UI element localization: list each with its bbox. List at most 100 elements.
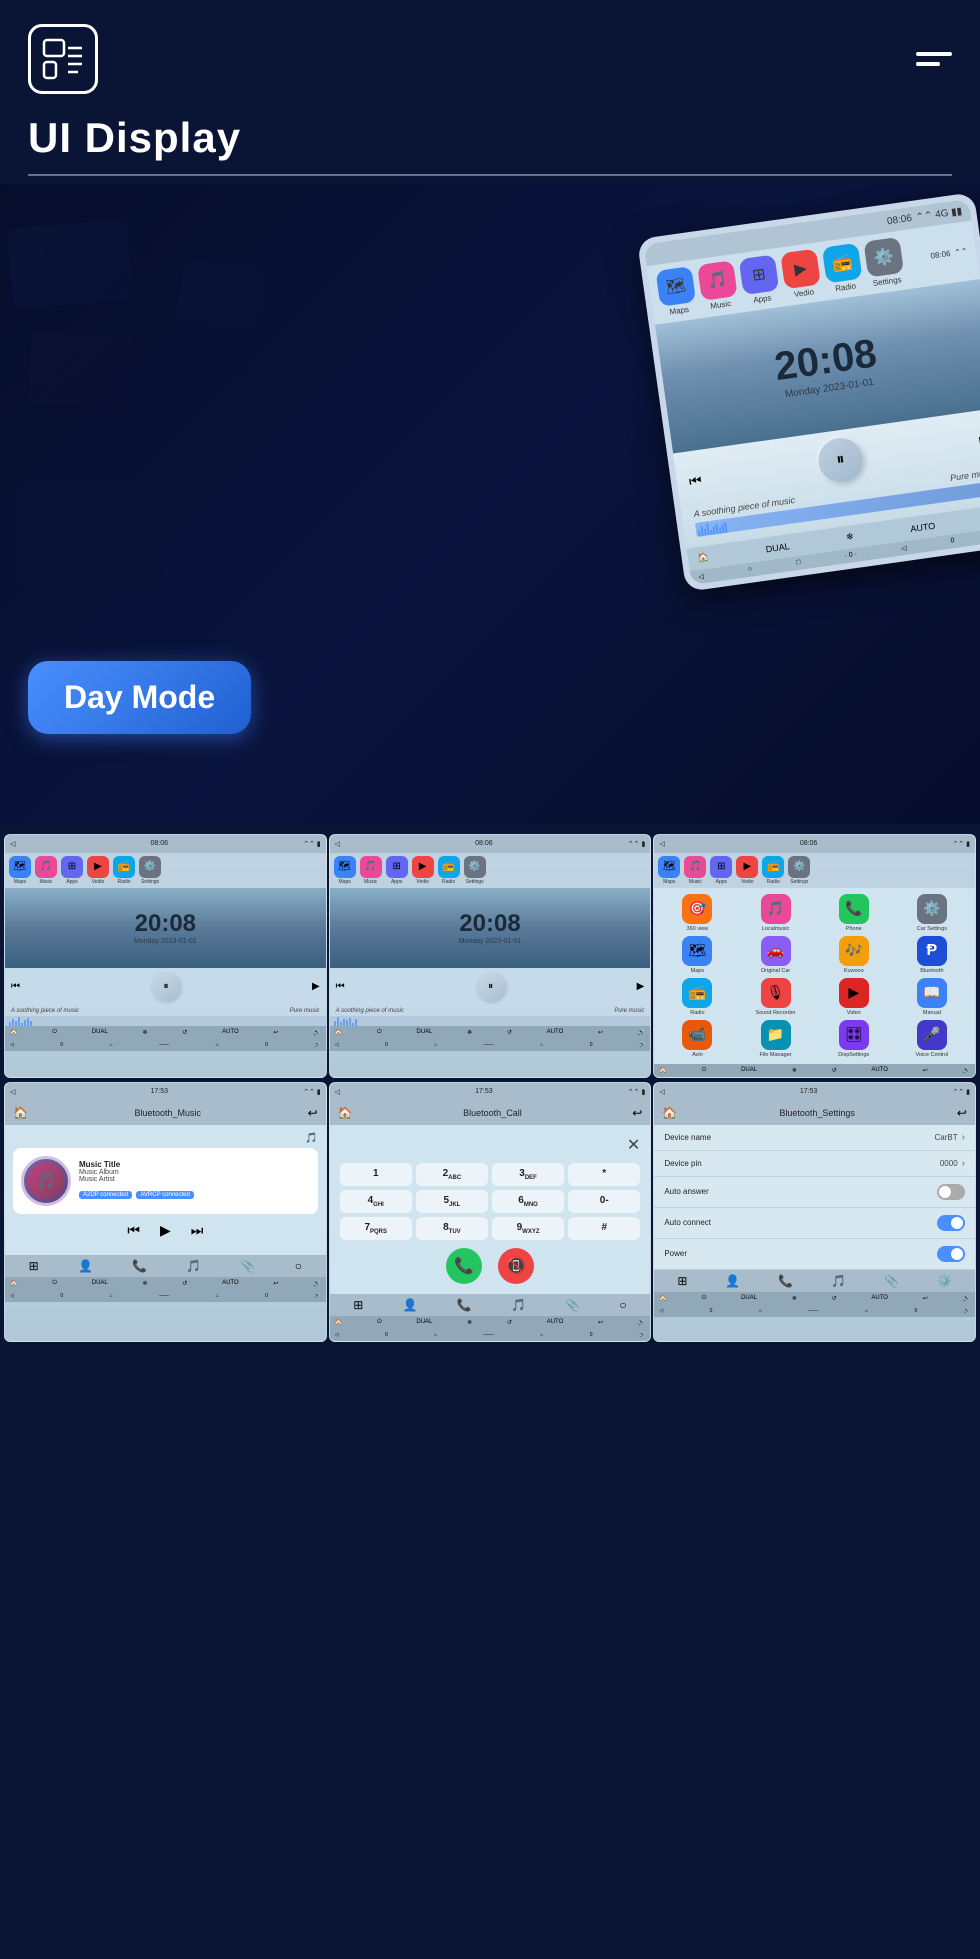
nav-settings-1[interactable]: ⚙️ Settings [139,856,161,885]
nav-music-3[interactable]: 🎵 Music [684,856,706,885]
tablet-prev-btn[interactable]: ⏮ [688,471,703,490]
app-maps[interactable]: 🗺 Maps [660,936,734,974]
tablet-nav-settings[interactable]: ⚙️ Settings [863,236,905,288]
tablet-nav-apps[interactable]: ⊞ Apps [739,254,781,306]
app-originalcar[interactable]: 🚗 Original Car [738,936,812,974]
key-6[interactable]: 6MNO [492,1190,564,1213]
nav-paperclip-icon-2[interactable]: 📎 [565,1298,580,1312]
device-pin-row[interactable]: Device pin 0000 › [654,1151,975,1177]
nav-grid-icon-2[interactable]: ⊞ [353,1298,363,1312]
tablet-nav-music[interactable]: 🎵 Music [697,260,739,312]
app-localmusic[interactable]: 🎵 Localmusic [738,894,812,932]
nav-radio-3[interactable]: 📻 Radio [762,856,784,885]
nav-maps-2[interactable]: 🗺 Maps [334,856,356,885]
nav-person-icon-2[interactable]: 👤 [403,1298,418,1312]
auto-answer-row[interactable]: Auto answer [654,1177,975,1208]
nav-settings-active-icon[interactable]: ⚙️ [937,1274,952,1288]
nav-vedio-3[interactable]: ▶ Vedio [736,856,758,885]
app-video[interactable]: ▶ Video [817,978,891,1016]
power-toggle[interactable] [937,1246,965,1262]
app-carsettings[interactable]: ⚙️ Car Settings [895,894,969,932]
app-dispsettings[interactable]: 🎛 DispSettings [817,1020,891,1058]
nav-grid-icon[interactable]: ⊞ [29,1259,39,1273]
nav-radio-2[interactable]: 📻 Radio [438,856,460,885]
app-avin[interactable]: 📹 Avin [660,1020,734,1058]
tablet-nav-radio[interactable]: 📻 Radio [822,242,864,294]
nav-grid-icon-3[interactable]: ⊞ [677,1274,687,1288]
key-0[interactable]: 0- [568,1190,640,1213]
app-soundrecorder[interactable]: 🎙 Sound Recorder [738,978,812,1016]
nav-maps-3[interactable]: 🗺 Maps [658,856,680,885]
nav-more-icon[interactable]: ○ [295,1259,302,1273]
bt-call-close[interactable]: ✕ [340,1135,641,1155]
key-7[interactable]: 7PQRS [340,1217,412,1240]
bt-next-btn[interactable]: ⏭ [191,1222,204,1239]
nav-paperclip-icon-3[interactable]: 📎 [884,1274,899,1288]
hamburger-menu[interactable] [916,52,952,66]
nav-person-icon[interactable]: 👤 [78,1259,93,1273]
nav-settings-2[interactable]: ⚙️ Settings [464,856,486,885]
bt-play-btn[interactable]: ▶ [160,1222,171,1239]
app-360view[interactable]: 🎯 360 view [660,894,734,932]
screen1-prev[interactable]: ⏮ [11,981,20,992]
bt-music-home[interactable]: 🏠 [13,1106,28,1120]
power-row[interactable]: Power [654,1239,975,1270]
tablet-play-btn[interactable]: ⏸ [816,435,866,485]
key-star[interactable]: * [568,1163,640,1186]
bt-settings-back[interactable]: ↩ [957,1106,967,1120]
bt-prev-btn[interactable]: ⏮ [127,1222,140,1239]
auto-connect-toggle[interactable] [937,1215,965,1231]
app-manual[interactable]: 📖 Manual [895,978,969,1016]
bt-call-home[interactable]: 🏠 [338,1106,353,1120]
app-radio[interactable]: 📻 Radio [660,978,734,1016]
nav-phone-icon-3[interactable]: 📞 [778,1274,793,1288]
key-4[interactable]: 4GHI [340,1190,412,1213]
key-3[interactable]: 3DEF [492,1163,564,1186]
app-filemanager[interactable]: 📁 File Manager [738,1020,812,1058]
tablet-nav-maps[interactable]: 🗺 Maps [655,266,697,318]
answer-btn[interactable]: 📞 [446,1248,482,1284]
reject-btn[interactable]: 📵 [498,1248,534,1284]
screen1-next[interactable]: ▶ [312,981,320,992]
nav-person-icon-3[interactable]: 👤 [725,1274,740,1288]
screen2-next[interactable]: ▶ [637,981,645,992]
device-name-chevron: › [962,1132,965,1143]
nav-maps-1[interactable]: 🗺 Maps [9,856,31,885]
key-5[interactable]: 5JKL [416,1190,488,1213]
bt-settings-home[interactable]: 🏠 [662,1106,677,1120]
nav-apps-1[interactable]: ⊞ Apps [61,856,83,885]
nav-phone-icon-2[interactable]: 📞 [457,1298,472,1312]
app-voicecontrol[interactable]: 🎤 Voice Control [895,1020,969,1058]
device-name-row[interactable]: Device name CarBT › [654,1125,975,1151]
nav-music-1[interactable]: 🎵 Music [35,856,57,885]
nav-apps-3[interactable]: ⊞ Apps [710,856,732,885]
key-8[interactable]: 8TUV [416,1217,488,1240]
nav-phone-icon[interactable]: 📞 [132,1259,147,1273]
auto-connect-row[interactable]: Auto connect [654,1208,975,1239]
tablet-nav-vedio[interactable]: ▶ Vedio [780,248,822,300]
app-phone[interactable]: 📞 Phone [817,894,891,932]
screen2-prev[interactable]: ⏮ [336,981,345,992]
nav-apps-2[interactable]: ⊞ Apps [386,856,408,885]
nav-music-active-icon[interactable]: 🎵 [186,1259,201,1273]
bt-music-back[interactable]: ↩ [308,1106,318,1120]
bt-call-back[interactable]: ↩ [632,1106,642,1120]
app-kuwooo[interactable]: 🎶 Kuwooo [817,936,891,974]
key-2[interactable]: 2ABC [416,1163,488,1186]
nav-vedio-2[interactable]: ▶ Vedio [412,856,434,885]
screen1-play[interactable]: ⏸ [152,973,180,1001]
screen2-play[interactable]: ⏸ [477,973,505,1001]
key-1[interactable]: 1 [340,1163,412,1186]
nav-radio-1[interactable]: 📻 Radio [113,856,135,885]
nav-music-2[interactable]: 🎵 Music [360,856,382,885]
auto-answer-toggle[interactable] [937,1184,965,1200]
nav-music-icon-2[interactable]: 🎵 [511,1298,526,1312]
nav-more-icon-2[interactable]: ○ [619,1298,626,1312]
key-9[interactable]: 9WXYZ [492,1217,564,1240]
nav-vedio-1[interactable]: ▶ Vedio [87,856,109,885]
app-bluetooth[interactable]: Ᵽ Bluetooth [895,936,969,974]
nav-settings-3[interactable]: ⚙️ Settings [788,856,810,885]
key-hash[interactable]: # [568,1217,640,1240]
nav-music-icon-3[interactable]: 🎵 [831,1274,846,1288]
nav-paperclip-icon[interactable]: 📎 [241,1259,256,1273]
